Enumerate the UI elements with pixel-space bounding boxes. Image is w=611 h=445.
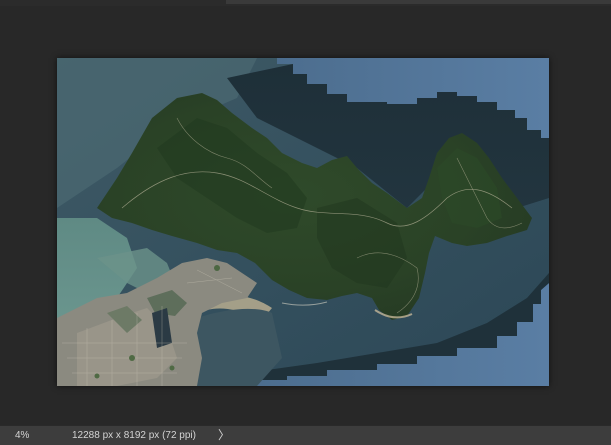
info-menu-arrow-icon[interactable]: 〉 xyxy=(218,426,230,445)
zoom-level-field[interactable]: 4% xyxy=(0,426,56,445)
satellite-image-graphic xyxy=(57,58,549,386)
top-panel-strip xyxy=(226,0,611,4)
satellite-image[interactable] xyxy=(57,58,549,386)
document-canvas[interactable] xyxy=(0,6,611,425)
document-info-text: 12288 px x 8192 px (72 ppi) xyxy=(72,430,196,441)
status-bar: 4% 12288 px x 8192 px (72 ppi) 〉 xyxy=(0,425,611,445)
